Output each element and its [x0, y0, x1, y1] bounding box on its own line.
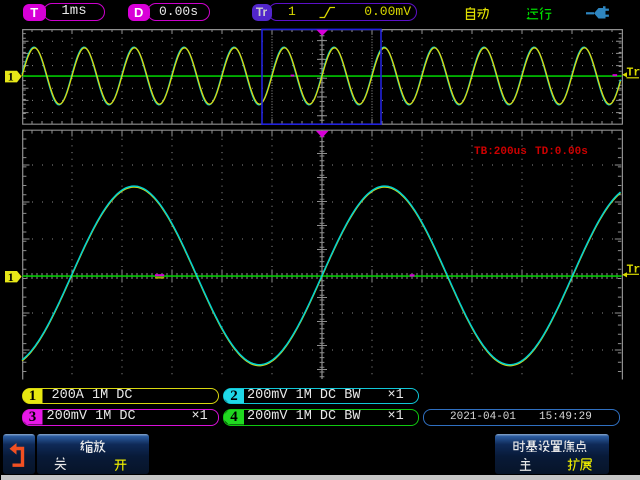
svg-text:1: 1 [8, 270, 14, 284]
svg-text:1: 1 [8, 70, 14, 84]
svg-text:TD:0.00s: TD:0.00s [535, 146, 588, 158]
svg-text:TB:200us: TB:200us [474, 146, 527, 158]
